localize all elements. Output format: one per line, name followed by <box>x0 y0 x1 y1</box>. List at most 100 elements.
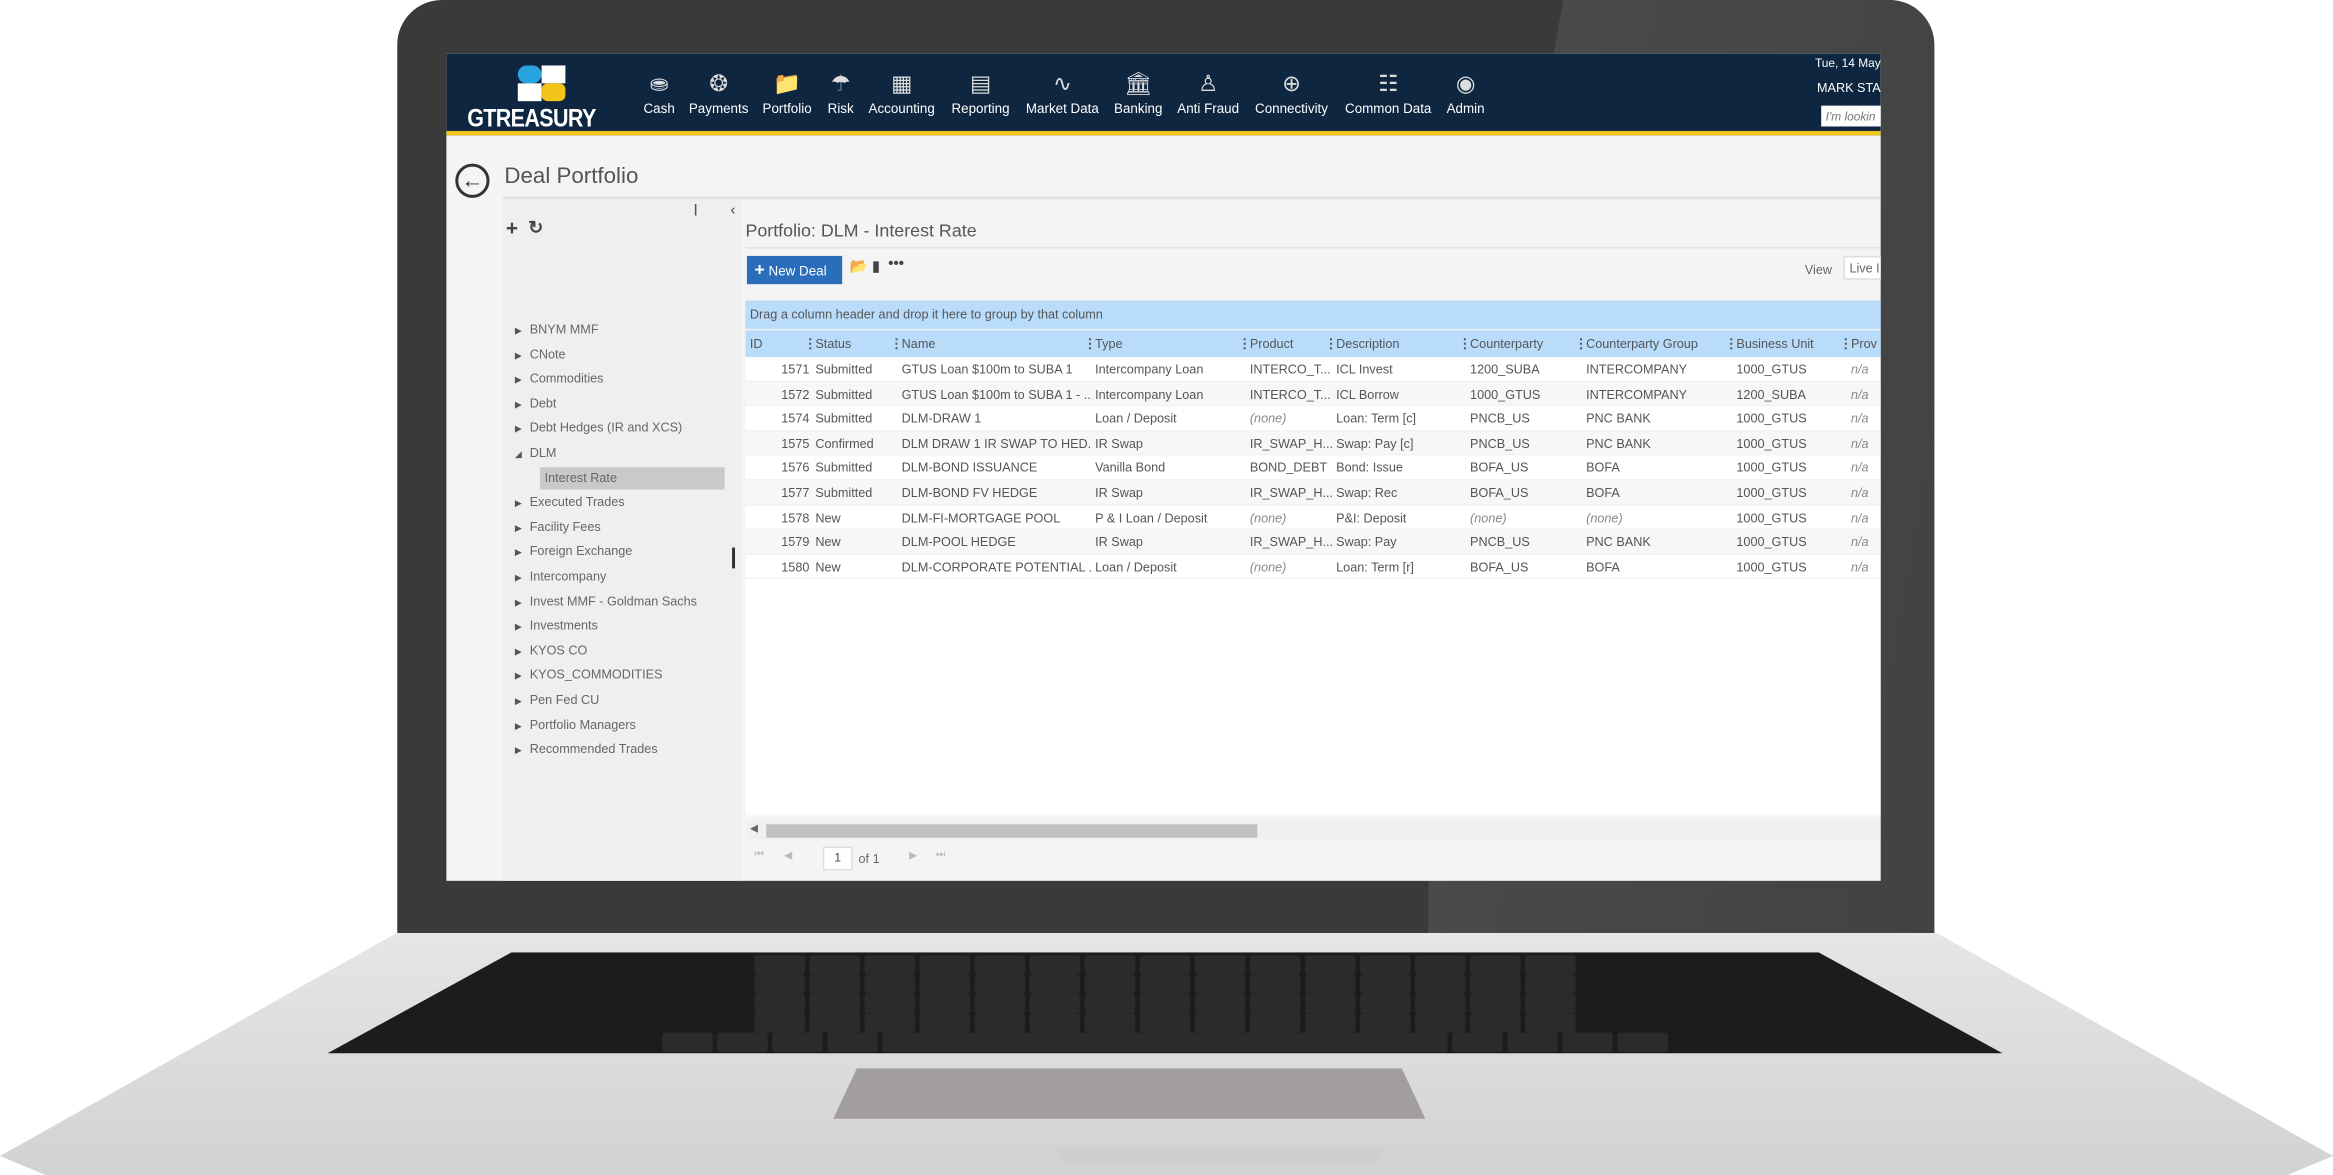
nav-common-data[interactable]: ☷ Common Data <box>1345 68 1431 116</box>
nav-cash[interactable]: ⛂ Cash <box>644 68 675 116</box>
tree-item-label: Executed Trades <box>529 494 625 510</box>
table-row[interactable]: 1579 New DLM-POOL HEDGE IR Swap IR_SWAP_H...… <box>745 529 1881 555</box>
add-icon[interactable]: + <box>506 216 518 240</box>
caret-right-icon[interactable]: ▶ <box>515 425 530 435</box>
tree-item[interactable]: ▶ CNote <box>515 346 566 361</box>
caret-right-icon[interactable]: ▶ <box>515 326 530 336</box>
group-by-drop-zone[interactable]: Drag a column header and drop it here to… <box>745 300 1881 329</box>
scrollbar-thumb[interactable] <box>766 824 1258 838</box>
tree-item[interactable]: ▶ Foreign Exchange <box>515 544 633 559</box>
nav-banking[interactable]: 🏛 Banking <box>1114 68 1162 116</box>
view-select[interactable]: Live I <box>1843 255 1881 280</box>
tree-item[interactable]: ◢ DLM <box>515 445 557 460</box>
table-row[interactable]: 1574 Submitted DLM-DRAW 1 Loan / Deposit (no… <box>745 406 1881 432</box>
document-icon[interactable]: ▮ <box>872 259 880 275</box>
gtreasury-logo[interactable]: GTREASURY <box>467 62 631 132</box>
column-header[interactable]: Counterparty Group <box>1586 336 1698 351</box>
back-button[interactable]: ← <box>455 163 490 198</box>
table-row[interactable]: 1578 New DLM-FI-MORTGAGE POOL P & I Loan / … <box>745 505 1881 530</box>
cell-type: P & I Loan / Deposit <box>1095 509 1208 525</box>
caret-right-icon[interactable]: ▶ <box>515 548 530 559</box>
column-header[interactable]: Business Unit <box>1736 336 1813 351</box>
cell-status: Submitted <box>815 460 873 476</box>
caret-right-icon[interactable]: ▶ <box>515 721 530 732</box>
table-row[interactable]: 1580 New DLM-CORPORATE POTENTIAL ... Loan /… <box>745 555 1881 580</box>
tree-item[interactable]: ▶ Invest MMF - Goldman Sachs <box>515 593 697 608</box>
page-number-input[interactable]: 1 <box>822 846 853 871</box>
column-header[interactable]: Product <box>1250 336 1294 351</box>
caret-right-icon[interactable]: ▶ <box>515 622 530 633</box>
nav-connectivity[interactable]: ⊕ Connectivity <box>1255 68 1328 116</box>
cell-id: 1574 <box>781 410 810 426</box>
nav-anti-fraud[interactable]: ♙ Anti Fraud <box>1177 68 1239 116</box>
tree-item[interactable]: ▶ Intercompany <box>515 568 607 583</box>
tree-item[interactable]: ▶ Facility Fees <box>515 519 601 534</box>
column-header[interactable]: Prov <box>1851 336 1877 351</box>
column-header[interactable]: Description <box>1336 336 1399 351</box>
tree-item[interactable]: ▶ KYOS_COMMODITIES <box>515 667 663 682</box>
next-page-icon[interactable]: ▶ <box>909 850 917 861</box>
caret-right-icon[interactable]: ▶ <box>515 573 530 583</box>
last-page-icon[interactable]: ⏭ <box>936 850 945 862</box>
nav-admin[interactable]: ◉ Admin <box>1447 68 1485 116</box>
caret-right-icon[interactable]: ▶ <box>515 647 530 657</box>
nav-accounting[interactable]: ▦ Accounting <box>869 68 935 116</box>
key <box>1414 1013 1466 1033</box>
tree-item[interactable]: ▶ BNYM MMF <box>515 321 599 336</box>
table-row[interactable]: 1575 Confirmed DLM DRAW 1 IR SWAP TO HED..… <box>745 431 1881 456</box>
nav-label: Portfolio <box>762 101 812 117</box>
caret-right-icon[interactable]: ▶ <box>515 375 530 386</box>
more-icon[interactable]: ••• <box>888 256 904 272</box>
nav-risk[interactable]: ☂ Risk <box>828 68 854 116</box>
divider <box>745 246 1881 249</box>
nav-market-data[interactable]: ∿ Market Data <box>1026 68 1099 116</box>
key <box>974 955 1026 975</box>
column-header[interactable]: ID <box>750 336 763 351</box>
caret-right-icon[interactable]: ▶ <box>515 672 530 682</box>
caret-right-icon[interactable]: ▶ <box>515 351 530 361</box>
collapse-panel-button[interactable]: ‹ <box>731 202 736 218</box>
caret-right-icon[interactable]: ▶ <box>515 400 530 410</box>
cell-product: IR_SWAP_H... <box>1249 435 1334 451</box>
new-deal-button[interactable]: + New Deal <box>746 255 843 285</box>
table-row[interactable]: 1572 Submitted GTUS Loan $100m to SUBA 1 -… <box>745 381 1881 407</box>
first-page-icon[interactable]: ⏮ <box>754 850 763 862</box>
caret-right-icon[interactable]: ▶ <box>515 499 530 509</box>
tree-item[interactable]: ▶ Executed Trades <box>515 494 625 509</box>
caret-right-icon[interactable]: ▶ <box>515 696 530 707</box>
table-row[interactable]: 1576 Submitted DLM-BOND ISSUANCE Vanilla Bo… <box>745 456 1881 481</box>
column-header[interactable]: Type <box>1095 336 1122 351</box>
scroll-left-icon[interactable]: ◀ <box>750 823 758 834</box>
tree-item[interactable]: ▶ Debt Hedges (IR and XCS) <box>515 420 682 435</box>
nav-portfolio[interactable]: 📁 Portfolio <box>763 68 812 116</box>
column-header[interactable]: Status <box>815 336 851 351</box>
caret-right-icon[interactable]: ▶ <box>515 598 530 608</box>
caret-right-icon[interactable]: ▶ <box>515 746 530 756</box>
panel-resize-handle[interactable] <box>732 547 736 569</box>
user-name[interactable]: MARK STA <box>1817 80 1881 95</box>
column-header[interactable]: Name <box>902 336 936 351</box>
tree-item[interactable]: ▶ Debt <box>515 395 557 410</box>
tree-item[interactable]: ▶ Investments <box>515 618 598 633</box>
tree-item[interactable]: ▶ Portfolio Managers <box>515 717 636 732</box>
tree-item[interactable]: ▶ Commodities <box>515 371 604 386</box>
caret-right-icon[interactable]: ▶ <box>515 523 530 534</box>
table-row[interactable]: 1571 Submitted GTUS Loan $100m to SUBA 1 In… <box>745 357 1881 382</box>
global-search-input[interactable] <box>1821 105 1881 127</box>
prev-page-icon[interactable]: ◀ <box>784 850 792 861</box>
portfolio-tree: + ↻ I ▶ BNYM MMF ▶ CNote ▶ Commodities ▶ Debt ▶ D… <box>502 199 741 881</box>
tree-item[interactable]: ▶ Recommended Trades <box>515 741 658 756</box>
nav-reporting[interactable]: ▤ Reporting <box>951 68 1009 116</box>
caret-down-icon[interactable]: ◢ <box>515 449 530 460</box>
cell-counterparty: BOFA_US <box>1470 559 1529 575</box>
horizontal-scrollbar[interactable]: ◀ <box>745 821 1881 840</box>
column-header[interactable]: Counterparty <box>1470 336 1543 351</box>
refresh-icon[interactable]: ↻ <box>528 217 543 238</box>
tree-item[interactable]: ▶ Pen Fed CU <box>515 692 599 707</box>
folder-open-icon[interactable]: 📂 <box>850 259 869 275</box>
nav-payments[interactable]: ❂ Payments <box>689 68 749 116</box>
tree-item[interactable]: Interest Rate <box>545 470 617 485</box>
tree-item[interactable]: ▶ KYOS CO <box>515 642 588 657</box>
key <box>754 1013 805 1033</box>
table-row[interactable]: 1577 Submitted DLM-BOND FV HEDGE IR Swap IR_… <box>745 480 1881 506</box>
